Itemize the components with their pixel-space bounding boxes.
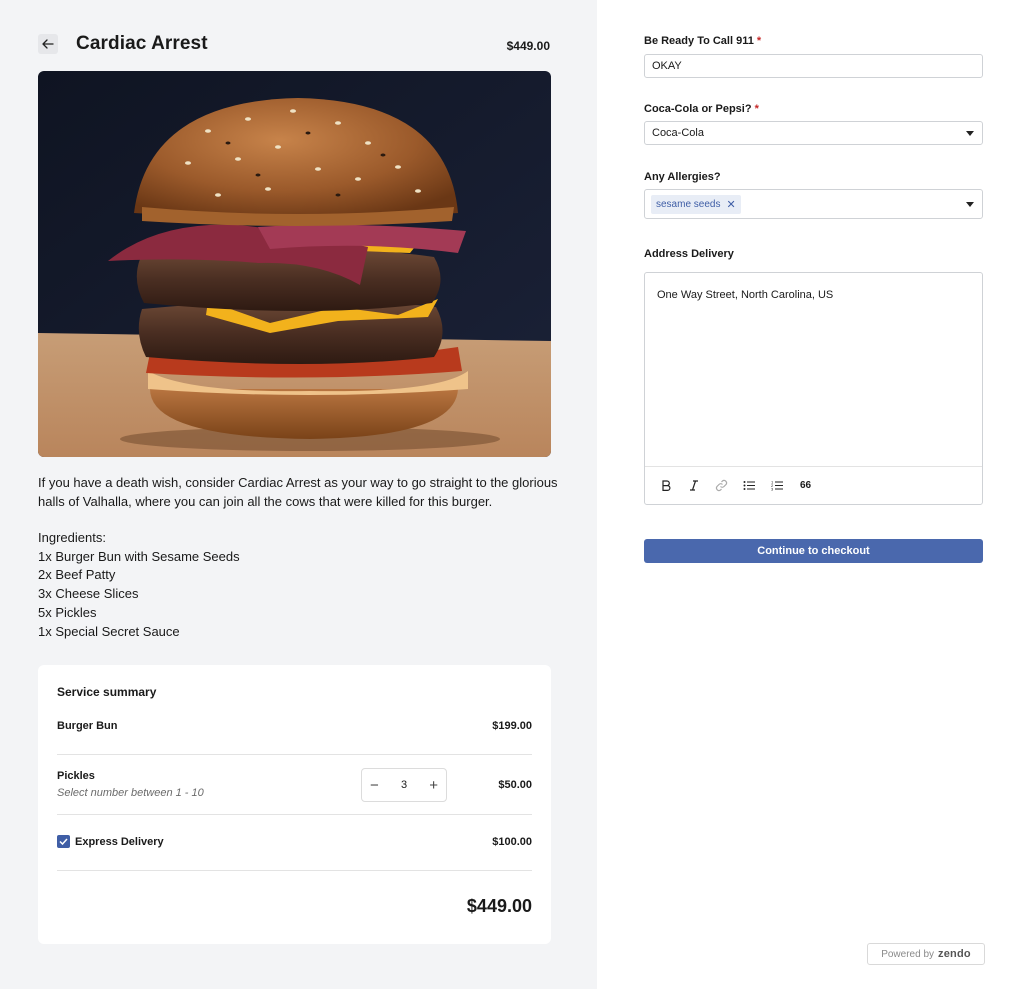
ingredients-list: Ingredients: 1x Burger Bun with Sesame S… bbox=[38, 529, 240, 641]
address-editor[interactable]: One Way Street, North Carolina, US 123 6… bbox=[644, 272, 983, 505]
product-price: $449.00 bbox=[506, 39, 550, 53]
product-title: Cardiac Arrest bbox=[76, 33, 208, 54]
summary-row-price: $100.00 bbox=[492, 836, 532, 848]
quantity-value: 3 bbox=[400, 779, 408, 791]
express-delivery-checkbox[interactable] bbox=[57, 835, 70, 848]
tag-label: sesame seeds bbox=[656, 198, 721, 210]
check-icon bbox=[59, 838, 68, 845]
back-button[interactable] bbox=[38, 34, 58, 54]
caret-down-icon bbox=[966, 202, 974, 207]
product-panel: Cardiac Arrest $449.00 If you have a dea… bbox=[0, 0, 597, 989]
editor-toolbar: 123 66 bbox=[645, 466, 982, 504]
product-image bbox=[38, 71, 551, 457]
arrow-left-icon bbox=[42, 39, 54, 49]
field-label: Any Allergies? bbox=[644, 171, 721, 183]
field-label-text: Coca-Cola or Pepsi? bbox=[644, 103, 752, 115]
italic-icon[interactable] bbox=[686, 478, 701, 493]
quantity-hint: Select number between 1 - 10 bbox=[57, 787, 204, 799]
ingredient-item: 5x Pickles bbox=[38, 604, 97, 620]
field-label: Address Delivery bbox=[644, 248, 734, 260]
product-description: If you have a death wish, consider Cardi… bbox=[38, 475, 558, 509]
ingredients-heading: Ingredients: bbox=[38, 530, 106, 545]
summary-row-price: $199.00 bbox=[492, 720, 532, 732]
close-icon[interactable]: ✕ bbox=[726, 198, 735, 211]
service-summary-card: Service summary Burger Bun $199.00 Pickl… bbox=[38, 665, 551, 944]
bullet-list-icon[interactable] bbox=[742, 478, 757, 493]
numbered-list-icon[interactable]: 123 bbox=[770, 478, 785, 493]
minus-icon[interactable]: − bbox=[370, 778, 379, 793]
summary-row-price: $50.00 bbox=[498, 779, 532, 791]
plus-icon[interactable]: + bbox=[429, 778, 438, 793]
summary-row-label: Burger Bun bbox=[57, 720, 118, 732]
drink-select[interactable]: Coca-Cola bbox=[644, 121, 983, 145]
select-value: Coca-Cola bbox=[652, 127, 704, 139]
bold-icon[interactable] bbox=[658, 478, 673, 493]
summary-row-label: Express Delivery bbox=[75, 836, 164, 848]
quantity-stepper[interactable]: − 3 + bbox=[361, 768, 447, 802]
allergies-multiselect[interactable]: sesame seeds ✕ bbox=[644, 189, 983, 219]
input-value: OKAY bbox=[652, 60, 682, 72]
field-label: Be Ready To Call 911 * bbox=[644, 35, 761, 47]
caret-down-icon bbox=[966, 131, 974, 136]
ingredient-item: 2x Beef Patty bbox=[38, 567, 116, 583]
call-911-input[interactable]: OKAY bbox=[644, 54, 983, 78]
divider bbox=[57, 870, 532, 871]
divider bbox=[57, 754, 532, 755]
ingredient-item: 1x Special Secret Sauce bbox=[38, 623, 180, 639]
quote-icon[interactable]: 66 bbox=[798, 478, 813, 493]
required-marker: * bbox=[754, 103, 759, 115]
summary-row-label: Pickles bbox=[57, 770, 95, 782]
summary-title: Service summary bbox=[57, 685, 157, 699]
order-form-panel: Be Ready To Call 911 * OKAY Coca-Cola or … bbox=[597, 0, 1024, 989]
required-marker: * bbox=[756, 35, 762, 47]
field-label-text: Be Ready To Call 911 bbox=[644, 35, 754, 47]
editor-content[interactable]: One Way Street, North Carolina, US bbox=[657, 289, 833, 301]
powered-by-text: Powered by bbox=[881, 948, 935, 960]
svg-text:3: 3 bbox=[771, 487, 774, 492]
link-icon[interactable] bbox=[714, 478, 729, 493]
powered-by-badge[interactable]: Powered by zendo bbox=[867, 943, 985, 965]
field-label: Coca-Cola or Pepsi? * bbox=[644, 103, 759, 115]
summary-total: $449.00 bbox=[466, 896, 532, 916]
allergy-tag: sesame seeds ✕ bbox=[651, 194, 741, 214]
ingredient-item: 1x Burger Bun with Sesame Seeds bbox=[38, 548, 240, 564]
divider bbox=[57, 814, 532, 815]
zendo-logo: zendo bbox=[938, 948, 971, 960]
ingredient-item: 3x Cheese Slices bbox=[38, 586, 139, 602]
continue-to-checkout-button[interactable]: Continue to checkout bbox=[644, 539, 983, 563]
